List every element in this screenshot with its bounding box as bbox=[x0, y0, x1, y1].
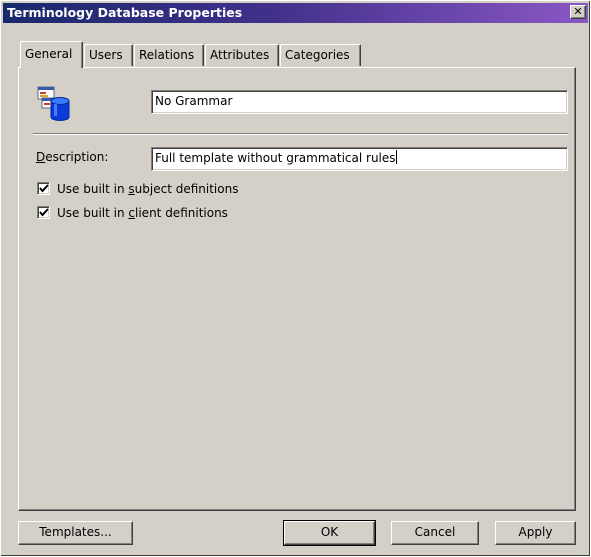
tab-users-label: Users bbox=[89, 48, 123, 62]
tab-users[interactable]: Users bbox=[84, 44, 133, 66]
tab-categories[interactable]: Categories bbox=[280, 44, 361, 66]
templates-button[interactable]: Templates... bbox=[18, 521, 133, 545]
description-field[interactable]: Full template without grammatical rules bbox=[151, 147, 568, 171]
close-icon: ✕ bbox=[573, 5, 583, 18]
checkmark-icon bbox=[39, 208, 49, 217]
description-label: Description: bbox=[36, 150, 109, 164]
title-bar[interactable]: Terminology Database Properties ✕ bbox=[3, 3, 588, 23]
ok-button[interactable]: OK bbox=[283, 520, 376, 546]
cancel-button[interactable]: Cancel bbox=[391, 521, 479, 545]
tab-relations[interactable]: Relations bbox=[134, 44, 204, 66]
separator bbox=[33, 133, 568, 135]
tab-general[interactable]: General bbox=[20, 41, 83, 68]
text-caret bbox=[395, 150, 397, 164]
tab-general-label: General bbox=[25, 47, 73, 61]
description-field-value: Full template without grammatical rules bbox=[155, 151, 396, 165]
window-title: Terminology Database Properties bbox=[7, 5, 243, 20]
tab-attributes[interactable]: Attributes bbox=[205, 44, 279, 66]
name-field[interactable]: No Grammar bbox=[151, 90, 568, 114]
subject-definitions-label[interactable]: Use built in subject definitions bbox=[57, 182, 238, 196]
database-icon bbox=[37, 86, 70, 121]
checkmark-icon bbox=[39, 184, 49, 193]
dialog-window: Terminology Database Properties ✕ Genera… bbox=[0, 0, 591, 557]
tab-relations-label: Relations bbox=[139, 48, 195, 62]
tab-categories-label: Categories bbox=[285, 48, 350, 62]
tab-attributes-label: Attributes bbox=[210, 48, 270, 62]
client-definitions-checkbox[interactable] bbox=[37, 206, 50, 219]
name-field-value: No Grammar bbox=[155, 94, 233, 108]
subject-definitions-checkbox[interactable] bbox=[37, 182, 50, 195]
close-button[interactable]: ✕ bbox=[570, 5, 586, 19]
apply-button[interactable]: Apply bbox=[495, 521, 576, 545]
client-definitions-label[interactable]: Use built in client definitions bbox=[57, 206, 228, 220]
